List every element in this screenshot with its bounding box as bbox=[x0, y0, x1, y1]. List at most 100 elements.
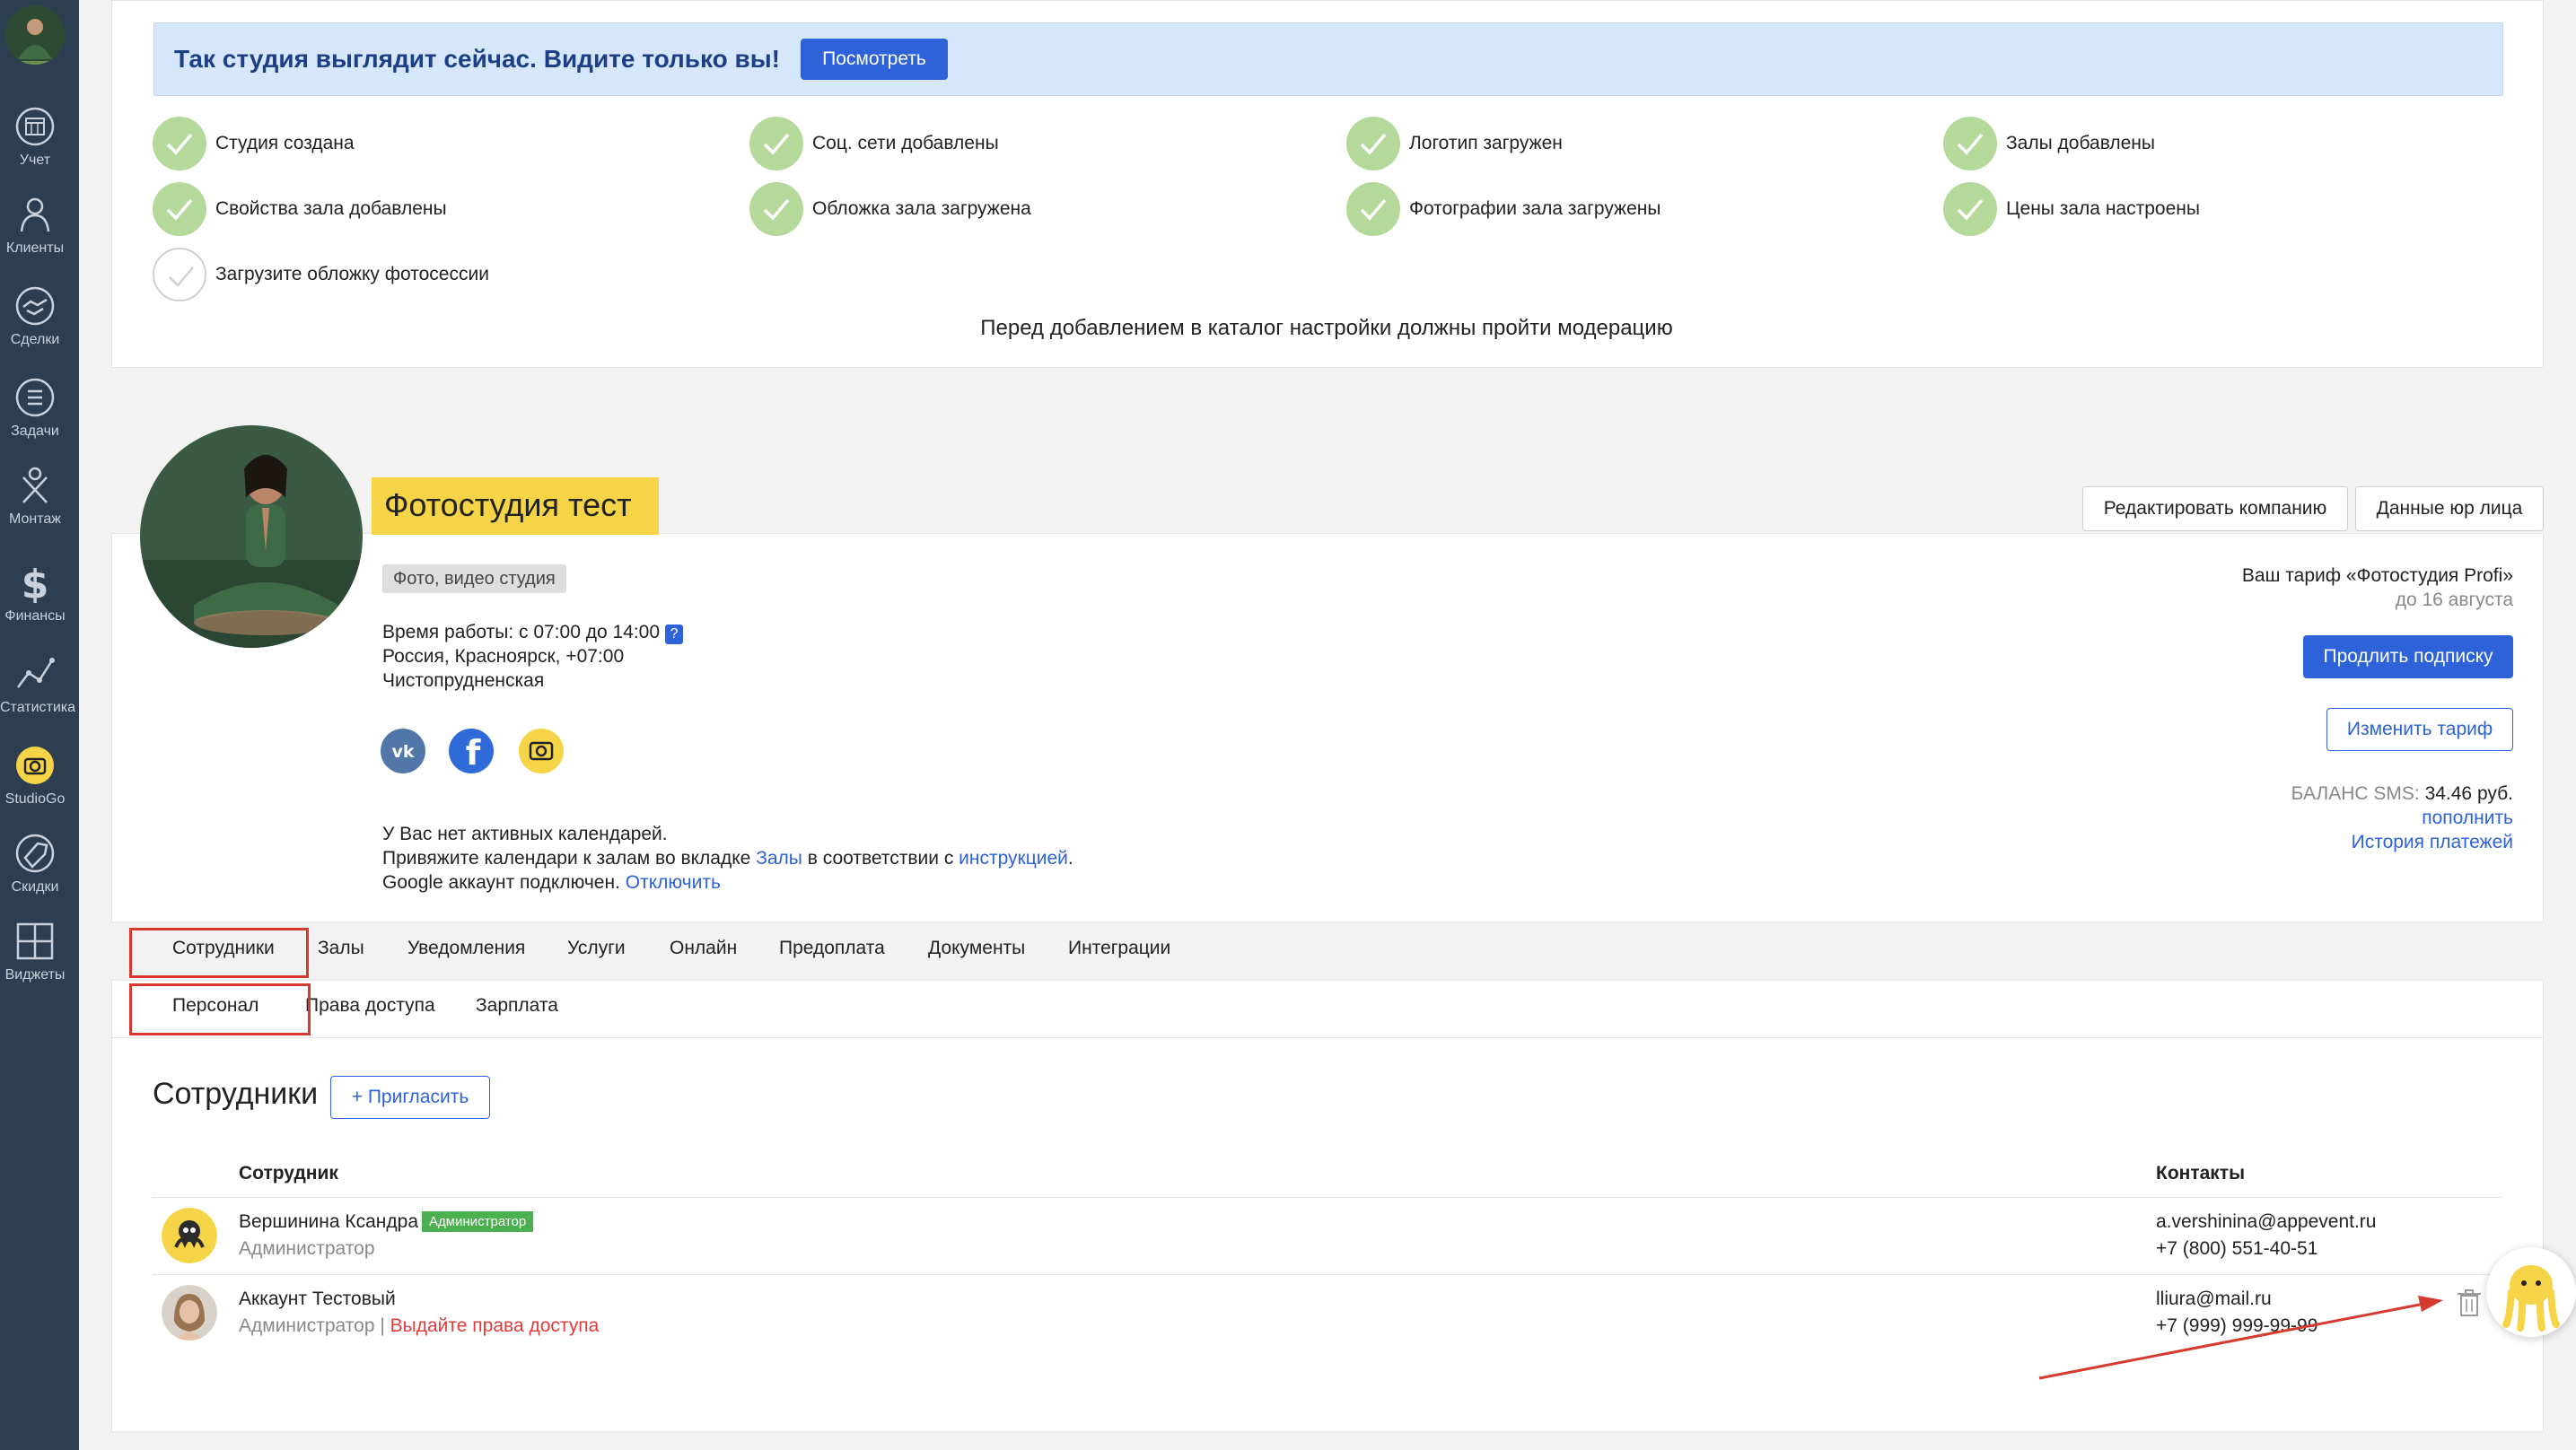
legal-data-button[interactable]: Данные юр лица bbox=[2355, 486, 2544, 531]
sidebar-item-finance[interactable]: $ Финансы bbox=[0, 562, 70, 625]
tab-integrations[interactable]: Интеграции bbox=[1068, 938, 1170, 959]
sidebar-item-accounting[interactable]: Учет bbox=[0, 106, 70, 169]
subtab-access-rights[interactable]: Права доступа bbox=[305, 995, 435, 1017]
disconnect-google-link[interactable]: Отключить bbox=[626, 872, 721, 893]
camera-icon bbox=[14, 745, 56, 786]
check-pending-icon bbox=[153, 248, 206, 301]
tab-prepayment[interactable]: Предоплата bbox=[779, 938, 885, 959]
employee-name: Аккаунт Тестовый bbox=[239, 1288, 396, 1309]
sidebar-item-widgets[interactable]: Виджеты bbox=[0, 921, 70, 983]
sidebar-item-label: Виджеты bbox=[4, 967, 66, 983]
tariff-label: Ваш тариф «Фотостудия Profi» bbox=[2241, 565, 2513, 586]
employee-phone: +7 (800) 551-40-51 bbox=[2156, 1238, 2318, 1259]
sidebar-item-label: Статистика bbox=[0, 700, 76, 715]
check-done-icon bbox=[1943, 117, 1997, 170]
invite-button[interactable]: + Пригласить bbox=[330, 1076, 490, 1119]
employee-email: a.vershinina@appevent.ru bbox=[2156, 1211, 2377, 1232]
check-done-icon bbox=[1943, 182, 1997, 236]
sidebar-item-label: StudioGo bbox=[4, 791, 66, 807]
section-title: Сотрудники bbox=[153, 1077, 319, 1111]
google-account-status: Google аккаунт подключен. Отключить bbox=[382, 872, 721, 893]
employee-phone: +7 (999) 999-99-99 bbox=[2156, 1315, 2318, 1336]
instruction-link[interactable]: инструкцией bbox=[959, 848, 1068, 869]
check-done-icon bbox=[153, 182, 206, 236]
sidebar-item-clients[interactable]: Клиенты bbox=[0, 194, 70, 257]
assistant-bot-icon[interactable] bbox=[2486, 1247, 2576, 1337]
vk-icon[interactable]: vk bbox=[381, 729, 425, 773]
help-icon[interactable]: ? bbox=[665, 625, 684, 644]
trash-icon[interactable] bbox=[2456, 1288, 2483, 1317]
sidebar-item-label: Задачи bbox=[11, 424, 59, 439]
subtabs-divider bbox=[111, 1037, 2544, 1038]
onboarding-panel: Так студия выглядит сейчас. Видите тольк… bbox=[111, 0, 2544, 368]
calendars-instruction: Привяжите календари к залам во вкладке З… bbox=[382, 848, 1073, 869]
employee-name: Вершинина Ксандра Администратор bbox=[239, 1211, 534, 1233]
sms-balance: БАЛАНС SMS: 34.46 руб. bbox=[2291, 783, 2513, 804]
table-divider bbox=[153, 1274, 2502, 1275]
company-street: Чистопрудненская bbox=[382, 670, 545, 691]
check-done-icon bbox=[749, 182, 803, 236]
banner-text: Так студия выглядит сейчас. Видите тольк… bbox=[174, 45, 780, 73]
sidebar-item-studiogo[interactable]: StudioGo bbox=[0, 745, 70, 808]
tasks-icon bbox=[14, 377, 56, 418]
employee-role: Администратор bbox=[239, 1238, 375, 1259]
tab-halls[interactable]: Залы bbox=[318, 938, 364, 959]
staff-panel bbox=[111, 980, 2544, 1432]
studiogo-icon[interactable] bbox=[519, 729, 564, 773]
moderation-note: Перед добавлением в каталог настройки до… bbox=[980, 316, 1673, 340]
tab-notifications[interactable]: Уведомления bbox=[407, 938, 525, 959]
change-tariff-button[interactable]: Изменить тариф bbox=[2326, 708, 2513, 751]
column-header-employee: Сотрудник bbox=[239, 1163, 338, 1184]
role-badge: Администратор bbox=[422, 1211, 534, 1232]
working-hours: Время работы: с 07:00 до 14:00? bbox=[382, 622, 684, 644]
svg-text:f: f bbox=[466, 733, 481, 773]
widgets-icon bbox=[14, 921, 56, 962]
highlight-box bbox=[129, 928, 309, 978]
check-done-icon bbox=[1346, 182, 1400, 236]
company-location: Россия, Красноярск, +07:00 bbox=[382, 646, 625, 667]
clients-icon bbox=[14, 194, 56, 235]
tab-services[interactable]: Услуги bbox=[567, 938, 626, 959]
check-done-icon bbox=[153, 117, 206, 170]
tab-online[interactable]: Онлайн bbox=[670, 938, 737, 959]
avatar bbox=[162, 1208, 217, 1263]
company-title: Фотостудия тест bbox=[372, 477, 659, 535]
calendars-note: У Вас нет активных календарей. bbox=[382, 824, 668, 844]
user-avatar[interactable] bbox=[5, 5, 65, 65]
chart-icon bbox=[14, 653, 56, 694]
extend-subscription-button[interactable]: Продлить подписку bbox=[2303, 635, 2513, 678]
sidebar-item-discounts[interactable]: Скидки bbox=[0, 833, 70, 895]
payment-history-link[interactable]: История платежей bbox=[2352, 832, 2513, 853]
company-type-tag: Фото, видео студия bbox=[382, 564, 566, 593]
sidebar-item-montage[interactable]: Монтаж bbox=[0, 465, 70, 528]
subtab-salary[interactable]: Зарплата bbox=[476, 995, 558, 1017]
sidebar-item-label: Клиенты bbox=[5, 240, 65, 256]
avatar bbox=[162, 1285, 217, 1341]
calendar-icon bbox=[14, 106, 56, 147]
check-done-icon bbox=[1346, 117, 1400, 170]
sidebar: Учет Клиенты Сделки Задачи Монтаж $ Фина… bbox=[0, 0, 79, 1450]
sidebar-item-label: Скидки bbox=[11, 879, 59, 895]
halls-link[interactable]: Залы bbox=[756, 848, 802, 869]
company-photo bbox=[140, 425, 363, 648]
sidebar-item-tasks[interactable]: Задачи bbox=[0, 377, 70, 440]
topup-link[interactable]: пополнить bbox=[2422, 808, 2513, 829]
sidebar-item-statistics[interactable]: Статистика bbox=[0, 653, 75, 716]
facebook-icon[interactable]: f bbox=[449, 729, 494, 773]
highlight-box bbox=[129, 983, 311, 1035]
sidebar-item-label: Учет bbox=[19, 153, 51, 168]
employee-email: lliura@mail.ru bbox=[2156, 1288, 2272, 1309]
sale-tag-icon bbox=[14, 833, 56, 874]
edit-company-button[interactable]: Редактировать компанию bbox=[2082, 486, 2348, 531]
svg-text:vk: vk bbox=[391, 742, 414, 762]
sidebar-item-label: Финансы bbox=[4, 608, 66, 624]
sidebar-item-label: Монтаж bbox=[9, 511, 61, 527]
employee-role-line: Администратор | Выдайте права доступа bbox=[239, 1315, 600, 1336]
svg-text:$: $ bbox=[22, 562, 49, 603]
column-header-contacts: Контакты bbox=[2156, 1163, 2246, 1184]
grant-access-link[interactable]: Выдайте права доступа bbox=[390, 1315, 600, 1336]
view-button[interactable]: Посмотреть bbox=[801, 39, 948, 80]
table-divider bbox=[153, 1197, 2502, 1198]
tab-documents[interactable]: Документы bbox=[928, 938, 1025, 959]
montage-icon bbox=[14, 465, 56, 506]
